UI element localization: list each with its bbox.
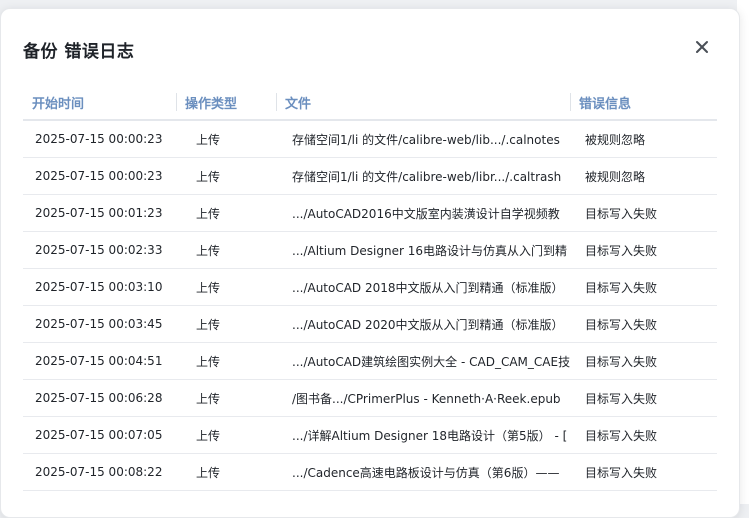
cell-start-time: 2025-07-15 00:01:23 bbox=[23, 194, 176, 232]
cell-file-path: .../Cadence高速电路板设计与仿真（第6版）—— bbox=[276, 453, 570, 491]
cell-operation-type: 上传 bbox=[176, 268, 276, 306]
table-row[interactable]: 2025-07-15 00:04:51 上传 .../AutoCAD建筑绘图实例大全… bbox=[23, 342, 717, 380]
cell-operation-type: 上传 bbox=[176, 157, 276, 195]
cell-operation-type: 上传 bbox=[176, 453, 276, 491]
cell-operation-type: 上传 bbox=[176, 416, 276, 454]
table-header-row: 开始时间 操作类型 文件 错误信息 bbox=[23, 85, 717, 121]
table-row[interactable]: 2025-07-15 00:03:45 上传 .../AutoCAD 2020中文版… bbox=[23, 305, 717, 343]
cell-file-path: .../AutoCAD2016中文版室内装潢设计自学视频教 bbox=[276, 194, 570, 232]
column-header-error-message[interactable]: 错误信息 bbox=[570, 85, 717, 121]
cell-operation-type: 上传 bbox=[176, 379, 276, 417]
cell-error-message: 被规则忽略 bbox=[570, 120, 717, 158]
table-row[interactable]: 2025-07-15 00:07:05 上传 .../详解Altium Design… bbox=[23, 416, 717, 454]
column-divider bbox=[276, 93, 277, 111]
column-divider bbox=[570, 93, 571, 111]
cell-file-path: 存储空间1/li 的文件/calibre-web/lib.../.calnote… bbox=[276, 120, 570, 158]
cell-file-path: .../Altium Designer 16电路设计与仿真从入门到精 bbox=[276, 231, 570, 269]
column-header-operation-type[interactable]: 操作类型 bbox=[176, 85, 276, 121]
column-divider bbox=[176, 93, 177, 111]
cell-error-message: 目标写入失败 bbox=[570, 416, 717, 454]
close-icon bbox=[696, 41, 708, 53]
table-row[interactable]: 2025-07-15 00:01:23 上传 .../AutoCAD2016中文版室… bbox=[23, 194, 717, 232]
cell-file-path: 存储空间1/li 的文件/calibre-web/libr.../.caltra… bbox=[276, 157, 570, 195]
table-row[interactable]: 2025-07-15 00:06:28 上传/图书备.../CPrimerPlus… bbox=[23, 379, 717, 417]
cell-operation-type: 上传 bbox=[176, 120, 276, 158]
cell-error-message: 目标写入失败 bbox=[570, 194, 717, 232]
cell-error-message: 目标写入失败 bbox=[570, 231, 717, 269]
table-row[interactable]: 2025-07-15 00:08:22 上传 .../Cadence高速电路板设计与… bbox=[23, 453, 717, 491]
column-header-file[interactable]: 文件 bbox=[276, 85, 570, 121]
modal-header: 备份 错误日志 bbox=[1, 9, 739, 85]
cell-operation-type: 上传 bbox=[176, 231, 276, 269]
column-header-start-time[interactable]: 开始时间 bbox=[23, 85, 176, 121]
cell-error-message: 目标写入失败 bbox=[570, 453, 717, 491]
modal-title: 备份 错误日志 bbox=[23, 42, 135, 62]
cell-start-time: 2025-07-15 00:07:05 bbox=[23, 416, 176, 454]
cell-file-path: /图书备.../CPrimerPlus - Kenneth·A·Reek.epu… bbox=[276, 379, 570, 417]
cell-operation-type: 上传 bbox=[176, 342, 276, 380]
close-button[interactable] bbox=[691, 36, 713, 58]
cell-file-path: .../AutoCAD 2018中文版从入门到精通（标准版） bbox=[276, 268, 570, 306]
cell-error-message: 目标写入失败 bbox=[570, 379, 717, 417]
error-log-modal: 备份 错误日志 开始时间 操作类型 文件 错误信息 2025-07-15 00:… bbox=[0, 8, 740, 518]
cell-file-path: .../AutoCAD 2020中文版从入门到精通（标准版） bbox=[276, 305, 570, 343]
table-body: 2025-07-15 00:00:23 上传 存储空间1/li 的文件/calibr… bbox=[23, 120, 717, 491]
cell-start-time: 2025-07-15 00:04:51 bbox=[23, 342, 176, 380]
cell-start-time: 2025-07-15 00:03:45 bbox=[23, 305, 176, 343]
cell-start-time: 2025-07-15 00:08:22 bbox=[23, 453, 176, 491]
cell-start-time: 2025-07-15 00:00:23 bbox=[23, 120, 176, 158]
cell-operation-type: 上传 bbox=[176, 305, 276, 343]
cell-start-time: 2025-07-15 00:06:28 bbox=[23, 379, 176, 417]
cell-file-path: .../详解Altium Designer 18电路设计（第5版） - [ bbox=[276, 416, 570, 454]
table-row[interactable]: 2025-07-15 00:00:23 上传 存储空间1/li 的文件/calibr… bbox=[23, 120, 717, 158]
cell-error-message: 被规则忽略 bbox=[570, 157, 717, 195]
cell-error-message: 目标写入失败 bbox=[570, 342, 717, 380]
cell-error-message: 目标写入失败 bbox=[570, 268, 717, 306]
cell-start-time: 2025-07-15 00:03:10 bbox=[23, 268, 176, 306]
error-log-table: 开始时间 操作类型 文件 错误信息 2025-07-15 00:00:23 上传存… bbox=[23, 85, 717, 491]
table-row[interactable]: 2025-07-15 00:03:10 上传 .../AutoCAD 2018中文版… bbox=[23, 268, 717, 306]
table-row[interactable]: 2025-07-15 00:00:23 上传 存储空间1/li 的文件/calibr… bbox=[23, 157, 717, 195]
cell-file-path: .../AutoCAD建筑绘图实例大全 - CAD_CAM_CAE技 bbox=[276, 342, 570, 380]
cell-start-time: 2025-07-15 00:02:33 bbox=[23, 231, 176, 269]
cell-start-time: 2025-07-15 00:00:23 bbox=[23, 157, 176, 195]
cell-error-message: 目标写入失败 bbox=[570, 305, 717, 343]
table-row[interactable]: 2025-07-15 00:02:33 上传 .../Altium Designer… bbox=[23, 231, 717, 269]
cell-operation-type: 上传 bbox=[176, 194, 276, 232]
